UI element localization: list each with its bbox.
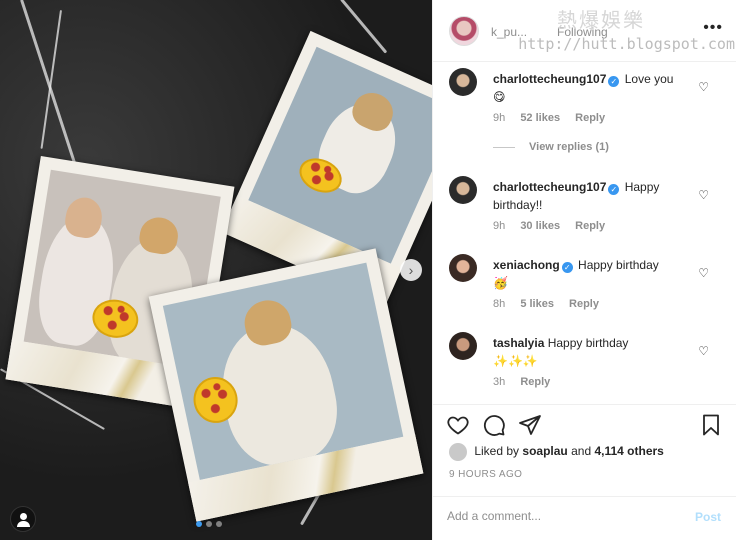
heart-icon[interactable]: ♡	[698, 80, 709, 94]
comment-text: charlottecheung107 ✓ Love you 😋	[493, 70, 689, 106]
comment-username[interactable]: charlottecheung107	[493, 72, 606, 86]
carousel-dot	[216, 521, 222, 527]
carousel-dot	[196, 521, 202, 527]
liked-by-summary: Liked by soaplau and 4,114 others	[449, 443, 664, 461]
reply-button[interactable]: Reply	[575, 220, 605, 232]
author-avatar[interactable]	[449, 16, 479, 46]
user-icon[interactable]	[10, 506, 36, 532]
verified-badge-icon: ✓	[608, 184, 620, 195]
action-bar	[433, 404, 736, 444]
post-comment-button[interactable]: Post	[695, 510, 721, 524]
reply-button[interactable]: Reply	[575, 112, 605, 124]
comment-age: 9h	[493, 220, 506, 232]
author-username[interactable]: k_pu...	[491, 25, 527, 39]
verified-badge-icon: ✓	[561, 262, 573, 273]
comment-likes[interactable]: 30 likes	[520, 220, 560, 232]
reply-button[interactable]: Reply	[520, 376, 550, 388]
reply-button[interactable]: Reply	[569, 298, 599, 310]
comment-age: 9h	[493, 112, 506, 124]
liked-by-user[interactable]: soaplau	[522, 444, 567, 458]
comment-meta: 8h 5 likes Reply	[493, 298, 611, 310]
heart-icon[interactable]: ♡	[698, 266, 709, 280]
comment-list: charlottecheung107 ✓ Love you 😋 9h 52 lik…	[433, 62, 736, 402]
comment-username[interactable]: tashalyia	[493, 336, 544, 350]
view-replies-button[interactable]: View replies (1)	[493, 141, 609, 153]
comment-meta: 9h 30 likes Reply	[493, 220, 617, 232]
comment-emoji: 🥳	[493, 276, 508, 290]
comment-icon[interactable]	[482, 413, 506, 437]
comment-username[interactable]: xeniachong	[493, 258, 560, 272]
add-comment-bar: Post	[433, 496, 736, 540]
liked-by-and: and	[571, 444, 592, 459]
carousel-dots	[196, 521, 222, 527]
liked-by-others[interactable]: 4,114 others	[594, 444, 663, 458]
commenter-avatar[interactable]	[449, 68, 477, 96]
heart-icon[interactable]: ♡	[698, 344, 709, 358]
comment-emoji: 😋	[493, 90, 506, 104]
more-options-icon[interactable]: •••	[703, 19, 723, 37]
comment-text: tashalyia Happy birthday ✨✨✨	[493, 334, 689, 370]
bookmark-icon[interactable]	[699, 413, 723, 437]
marble-vein	[40, 10, 62, 149]
comment-age: 3h	[493, 376, 506, 388]
carousel-dot	[206, 521, 212, 527]
heart-icon[interactable]: ♡	[698, 188, 709, 202]
liker-avatar[interactable]	[449, 443, 467, 461]
heart-icon[interactable]	[446, 413, 470, 437]
verified-badge-icon: ✓	[608, 76, 620, 87]
post-details-pane: k_pu... Following ••• 熱爆娛樂 http://hutt.b…	[432, 0, 736, 540]
comment-body: Happy birthday	[578, 258, 659, 272]
paper-plane-icon[interactable]	[518, 413, 542, 437]
comment-age: 8h	[493, 298, 506, 310]
comment-text: charlottecheung107 ✓ Happy birthday!!	[493, 178, 689, 214]
comment-emoji: ✨✨✨	[493, 354, 538, 368]
polaroid-photo	[148, 248, 424, 522]
comment-input[interactable]	[447, 509, 677, 523]
site-watermark: 熱爆娛樂 http://hutt.blogspot.com	[505, 4, 735, 53]
comment-username[interactable]: charlottecheung107	[493, 180, 606, 194]
comment-meta: 3h Reply	[493, 376, 562, 388]
commenter-avatar[interactable]	[449, 332, 477, 360]
post-photo[interactable]: ›	[0, 0, 432, 540]
comment-text: xeniachong ✓ Happy birthday 🥳	[493, 256, 689, 292]
comment-body: Love you	[624, 72, 674, 86]
comment-body: Happy birthday	[547, 336, 629, 350]
commenter-avatar[interactable]	[449, 254, 477, 282]
comment-meta: 9h 52 likes Reply	[493, 112, 617, 124]
chevron-right-icon[interactable]: ›	[400, 259, 422, 281]
post-header: k_pu... Following ••• 熱爆娛樂 http://hutt.b…	[433, 0, 736, 62]
comment-likes[interactable]: 5 likes	[520, 298, 554, 310]
commenter-avatar[interactable]	[449, 176, 477, 204]
marble-vein	[340, 0, 388, 54]
post-timestamp[interactable]: 9 HOURS AGO	[449, 469, 522, 480]
comment-likes[interactable]: 52 likes	[520, 112, 560, 124]
watermark-url: http://hutt.blogspot.com	[518, 35, 735, 53]
follow-status[interactable]: Following	[557, 25, 608, 39]
liked-by-prefix: Liked by	[474, 444, 520, 459]
